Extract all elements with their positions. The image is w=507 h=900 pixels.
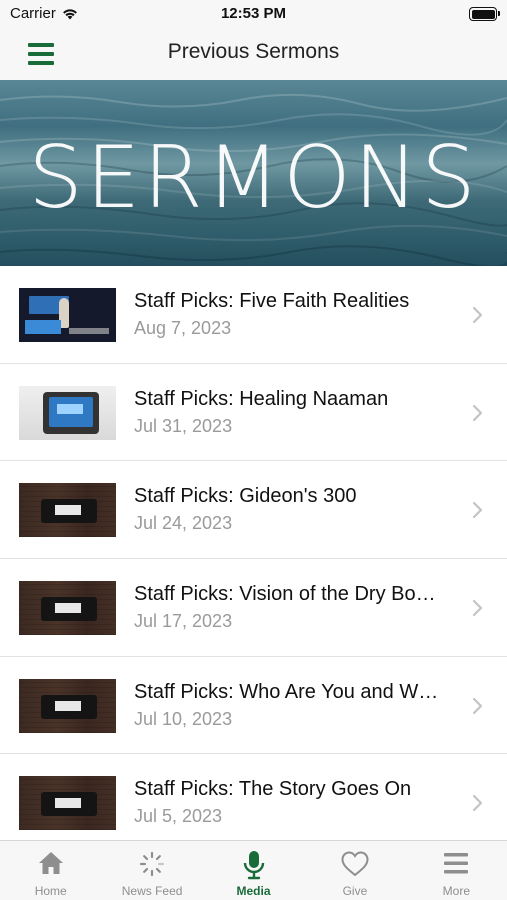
sermon-row[interactable]: Staff Picks: The Story Goes On Jul 5, 20… [0, 754, 507, 840]
status-bar: Carrier 12:53 PM [0, 0, 507, 28]
sermon-title: Staff Picks: Gideon's 300 [134, 485, 357, 508]
tab-home[interactable]: Home [0, 841, 101, 900]
sermon-title: Staff Picks: Who Are You and W… [134, 680, 439, 703]
sermon-thumbnail [19, 483, 116, 538]
heart-icon [341, 851, 369, 877]
tab-label: Give [342, 884, 368, 898]
tab-bar: Home News Feed Media Give More [0, 840, 507, 900]
sermon-row[interactable]: Staff Picks: Five Faith Realities Aug 7,… [0, 266, 507, 364]
microphone-icon [243, 851, 264, 880]
status-time: 12:53 PM [220, 5, 287, 22]
sermon-date: Jul 24, 2023 [134, 513, 233, 534]
sermon-row[interactable]: Staff Picks: Gideon's 300 Jul 24, 2023 [0, 461, 507, 560]
chevron-right-icon [472, 404, 483, 421]
sermon-title: Staff Picks: Vision of the Dry Bo… [134, 583, 436, 606]
banner-title: SERMONS [28, 128, 479, 228]
tab-more[interactable]: More [406, 841, 507, 900]
sermon-thumbnail [19, 385, 116, 440]
news-feed-icon [140, 851, 165, 877]
home-icon [38, 852, 63, 874]
sermon-thumbnail [19, 776, 116, 831]
chevron-right-icon [472, 795, 483, 812]
sermon-date: Jul 10, 2023 [134, 708, 233, 729]
sermon-thumbnail [19, 288, 116, 342]
sermon-list: Staff Picks: Five Faith Realities Aug 7,… [0, 266, 507, 840]
tab-give[interactable]: Give [304, 841, 405, 900]
more-menu-icon [444, 853, 469, 874]
sermon-row[interactable]: Staff Picks: Vision of the Dry Bo… Jul 1… [0, 559, 507, 657]
sermon-date: Aug 7, 2023 [134, 318, 232, 338]
sermon-row[interactable]: Staff Picks: Healing Naaman Jul 31, 2023 [0, 364, 507, 462]
tab-label: Media [236, 884, 271, 898]
tab-media[interactable]: Media [203, 841, 304, 900]
battery-icon [469, 7, 500, 21]
chevron-right-icon [472, 306, 483, 324]
sermon-date: Jul 31, 2023 [134, 415, 233, 436]
sermon-row[interactable]: Staff Picks: Who Are You and W… Jul 10, … [0, 657, 507, 755]
chevron-right-icon [472, 502, 483, 519]
sermon-title: Staff Picks: The Story Goes On [134, 778, 412, 801]
page-title: Previous Sermons [167, 40, 340, 63]
sermon-date: Jul 5, 2023 [134, 806, 223, 827]
tab-news-feed[interactable]: News Feed [101, 841, 202, 900]
sermon-date: Jul 17, 2023 [134, 611, 233, 632]
chevron-right-icon [472, 599, 483, 617]
sermon-thumbnail [19, 678, 116, 733]
sermon-title: Staff Picks: Five Faith Realities [134, 290, 410, 312]
sermon-title: Staff Picks: Healing Naaman [134, 387, 389, 410]
tab-label: More [442, 884, 470, 898]
chevron-right-icon [472, 697, 483, 714]
tab-label: News Feed [121, 884, 183, 898]
navigation-bar: Previous Sermons [0, 28, 507, 80]
tab-label: Home [34, 884, 67, 898]
sermon-thumbnail [19, 581, 116, 636]
sermons-banner: SERMONS [0, 80, 507, 266]
